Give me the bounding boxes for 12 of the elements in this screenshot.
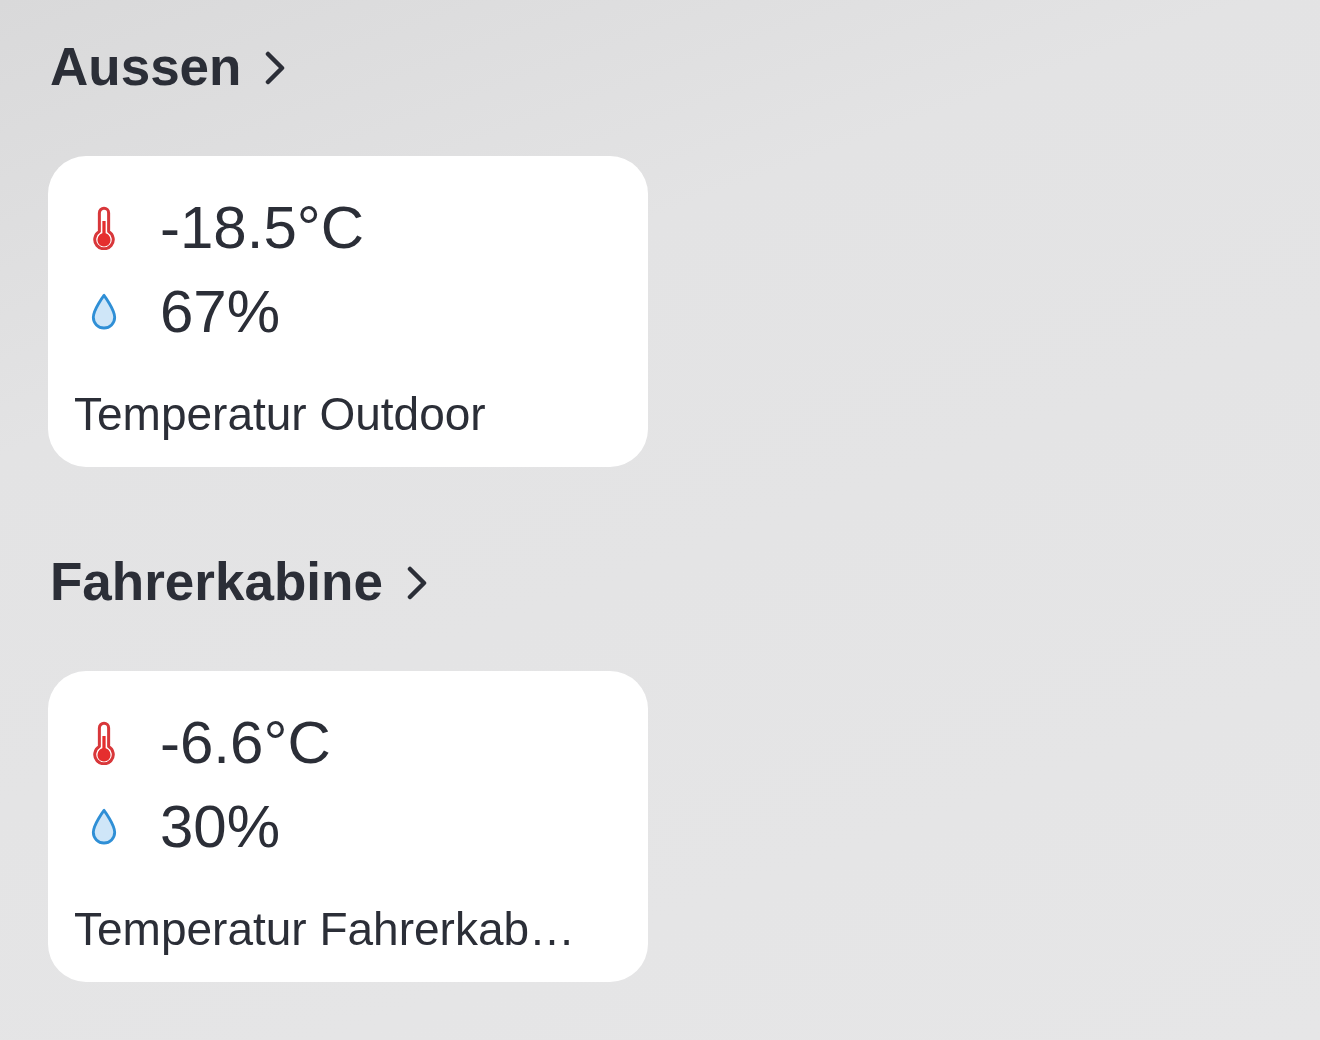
sensor-name: Temperatur Fahrerkab… — [74, 902, 576, 957]
reading-value: 30% — [160, 792, 281, 862]
sensor-card[interactable]: -18.5°C 67% Temperatur Outdoor — [48, 156, 648, 467]
chevron-right-icon — [265, 51, 286, 85]
sensor-name: Temperatur Outdoor — [74, 387, 486, 442]
reading-value: -6.6°C — [160, 708, 331, 778]
chevron-right-icon — [406, 566, 427, 600]
reading-value: -18.5°C — [160, 193, 365, 263]
sensor-card[interactable]: -6.6°C 30% Temperatur Fahrerkab… — [48, 671, 648, 982]
reading-value: 67% — [160, 277, 281, 347]
section-link[interactable]: Aussen — [48, 36, 290, 98]
section-link[interactable]: Fahrerkabine — [48, 551, 431, 613]
